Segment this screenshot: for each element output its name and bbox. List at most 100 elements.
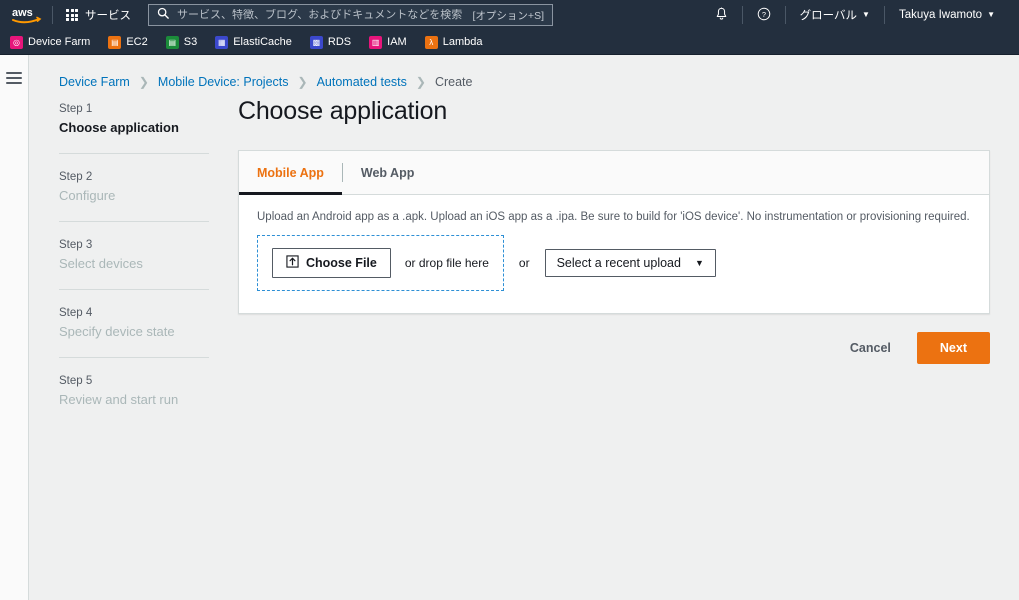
chevron-down-icon: ▼ [862, 10, 870, 19]
wizard-steps-sidebar: Step 1 Choose application Step 2 Configu… [29, 103, 209, 407]
content-columns: Step 1 Choose application Step 2 Configu… [29, 89, 1019, 407]
favorite-label: EC2 [126, 36, 148, 48]
page-title: Choose application [238, 97, 448, 125]
tab-label: Web App [360, 165, 415, 180]
step-label: Specify device state [59, 324, 175, 339]
svg-text:aws: aws [12, 7, 33, 19]
breadcrumb-separator-icon: ❯ [138, 75, 149, 89]
step-label: Configure [59, 188, 116, 203]
step-divider [59, 357, 209, 358]
choose-file-label: Choose File [306, 256, 377, 270]
breadcrumb-item-create: Create [434, 75, 473, 89]
step-number: Step 2 [59, 171, 93, 183]
search-input[interactable] [177, 9, 465, 21]
step-label: Select devices [59, 256, 143, 271]
ec2-icon: ▤ [108, 35, 122, 49]
file-dropzone[interactable]: Choose File or drop file here [257, 235, 504, 291]
search-shortcut-hint: [オプション+S] [472, 9, 544, 22]
step-number: Step 1 [59, 103, 93, 115]
favorite-lambda[interactable]: λ Lambda [424, 35, 492, 49]
favorite-s3[interactable]: ▤ S3 [165, 35, 206, 49]
step-divider [59, 289, 209, 290]
services-menu-button[interactable]: サービス [61, 4, 136, 26]
services-menu-label: サービス [85, 10, 131, 22]
breadcrumb-separator-icon: ❯ [415, 75, 426, 89]
favorite-label: IAM [387, 36, 407, 48]
s3-icon: ▤ [165, 35, 179, 49]
tab-label: Mobile App [257, 165, 324, 180]
step-number: Step 5 [59, 375, 93, 387]
breadcrumb-separator-icon: ❯ [297, 75, 308, 89]
iam-icon: ▥ [369, 35, 383, 49]
left-rail [0, 55, 29, 600]
breadcrumb-item-projects[interactable]: Mobile Device: Projects [158, 75, 289, 89]
hamburger-menu-icon[interactable] [6, 65, 22, 91]
region-selector[interactable]: グローバル ▼ [786, 5, 884, 25]
grid-icon [66, 9, 78, 21]
recent-upload-label: Select a recent upload [556, 256, 681, 270]
step-divider [59, 221, 209, 222]
application-card: Mobile App Web App Upload an Android app… [238, 150, 990, 314]
top-navigation-right: ? グローバル ▼ Takuya Iwamoto ▼ [701, 0, 1009, 30]
region-label: グローバル [799, 10, 858, 22]
account-label: Takuya Iwamoto [898, 9, 983, 21]
account-menu[interactable]: Takuya Iwamoto ▼ [885, 5, 1009, 25]
wizard-step-1[interactable]: Step 1 Choose application [59, 103, 209, 135]
wizard-step-3[interactable]: Step 3 Select devices [59, 239, 209, 271]
step-label: Choose application [59, 120, 179, 135]
elasticache-icon: ▦ [215, 35, 229, 49]
next-button[interactable]: Next [916, 332, 990, 364]
recent-upload-select[interactable]: Select a recent upload ▼ [544, 249, 716, 277]
tab-mobile-app[interactable]: Mobile App [239, 151, 342, 195]
wizard-step-4[interactable]: Step 4 Specify device state [59, 307, 209, 339]
upload-row: Choose File or drop file here or Select … [257, 235, 971, 291]
cancel-button[interactable]: Cancel [846, 333, 895, 363]
breadcrumb-item-device-farm[interactable]: Device Farm [59, 75, 130, 89]
step-label: Review and start run [59, 392, 179, 407]
question-circle-icon: ? [757, 7, 771, 24]
favorite-ec2[interactable]: ▤ EC2 [108, 35, 156, 49]
card-body: Upload an Android app as a .apk. Upload … [239, 195, 989, 313]
favorite-iam[interactable]: ▥ IAM [369, 35, 416, 49]
lambda-icon: λ [424, 35, 438, 49]
step-divider [59, 153, 209, 154]
wizard-step-5[interactable]: Step 5 Review and start run [59, 375, 209, 407]
wizard-actions: Cancel Next [238, 332, 990, 364]
main-content-area: Device Farm ❯ Mobile Device: Projects ❯ … [29, 55, 1019, 600]
or-label: or [518, 256, 530, 270]
top-navigation-bar: aws サービス [オプション+S] [0, 0, 1019, 30]
favorite-device-farm[interactable]: ◎ Device Farm [10, 35, 99, 49]
bell-icon [715, 7, 728, 24]
device-farm-icon: ◎ [10, 35, 23, 49]
wizard-main-panel: Choose application Mobile App Web App Up… [209, 97, 1019, 407]
upload-icon [286, 255, 299, 271]
favorite-label: RDS [327, 36, 352, 48]
drop-file-hint: or drop file here [404, 256, 489, 270]
favorite-label: Device Farm [28, 36, 91, 48]
tab-web-app[interactable]: Web App [343, 151, 432, 194]
wizard-step-2[interactable]: Step 2 Configure [59, 171, 209, 203]
upload-description: Upload an Android app as a .apk. Upload … [257, 211, 970, 223]
breadcrumb: Device Farm ❯ Mobile Device: Projects ❯ … [29, 55, 1019, 89]
page-body: Device Farm ❯ Mobile Device: Projects ❯ … [0, 55, 1019, 600]
favorites-bar: ◎ Device Farm ▤ EC2 ▤ S3 ▦ ElastiCache ▩… [0, 30, 1019, 55]
svg-text:?: ? [762, 10, 766, 19]
card-tab-list: Mobile App Web App [239, 151, 989, 195]
breadcrumb-item-automated-tests[interactable]: Automated tests [317, 75, 407, 89]
help-button[interactable]: ? [743, 5, 785, 25]
global-search-box[interactable]: [オプション+S] [148, 4, 553, 26]
favorite-label: ElastiCache [233, 36, 292, 48]
step-number: Step 3 [59, 239, 93, 251]
choose-file-button[interactable]: Choose File [272, 248, 391, 278]
rds-icon: ▩ [309, 35, 323, 49]
notifications-button[interactable] [701, 5, 742, 25]
nav-divider [52, 6, 53, 24]
favorite-label: S3 [183, 36, 198, 48]
favorite-elasticache[interactable]: ▦ ElastiCache [215, 35, 301, 49]
chevron-down-icon: ▼ [987, 10, 995, 19]
step-number: Step 4 [59, 307, 93, 319]
favorite-rds[interactable]: ▩ RDS [309, 35, 360, 49]
favorite-label: Lambda [442, 36, 483, 48]
chevron-down-icon: ▼ [694, 258, 704, 268]
aws-logo[interactable]: aws [8, 5, 44, 25]
